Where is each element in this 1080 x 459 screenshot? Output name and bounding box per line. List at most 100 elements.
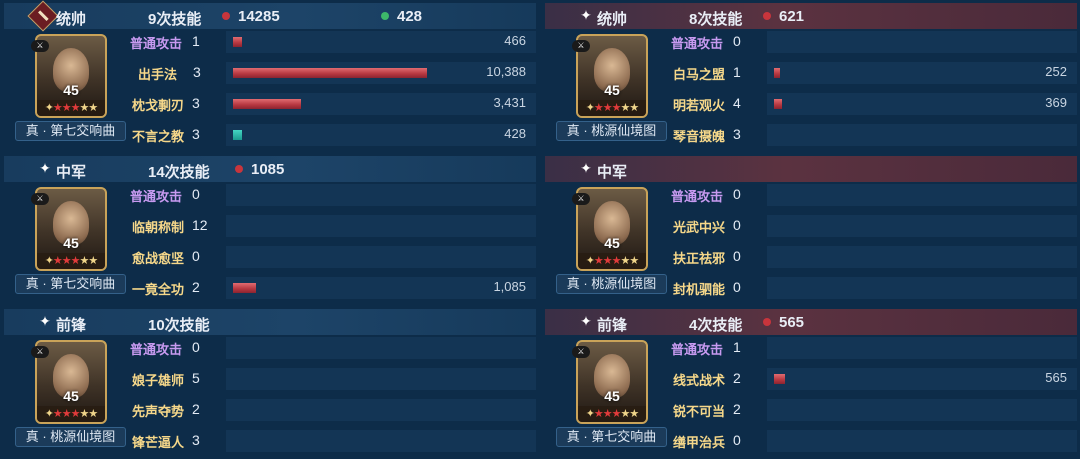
skill-row: 临朝称制 12 <box>126 214 536 238</box>
skill-name[interactable]: 扶正祛邪 <box>673 248 725 267</box>
skill-name[interactable]: 临朝称制 <box>132 217 184 236</box>
treasure-label[interactable]: 真 · 桃源仙境图 <box>556 121 667 141</box>
troop-type-icon: ⚔ <box>31 40 49 52</box>
pip-icon: ✦ <box>44 102 54 114</box>
skill-name[interactable]: 锋芒逼人 <box>132 432 184 451</box>
star-icon: ★ <box>593 102 604 114</box>
damage-bar <box>774 99 782 109</box>
skill-row: 普通攻击 0 <box>667 183 1077 207</box>
skill-row: 一竟全功 2 1,085 <box>126 276 536 300</box>
treasure-label[interactable]: 真 · 第七交响曲 <box>556 427 667 447</box>
damage-total: 1085 <box>251 161 285 178</box>
role-label: 中军 <box>56 164 87 181</box>
star-icon: ★ <box>593 408 604 420</box>
skill-name[interactable]: 明若观火 <box>673 95 725 114</box>
damage-total: 14285 <box>238 8 280 25</box>
skill-trigger-count: 0 <box>192 248 200 264</box>
row-background <box>767 430 1077 452</box>
row-background <box>767 368 1077 390</box>
damage-total: 621 <box>779 8 805 25</box>
skill-trigger-count: 0 <box>192 339 200 355</box>
skill-trigger-count: 1 <box>733 339 741 355</box>
skill-trigger-count: 0 <box>733 217 741 233</box>
damage-dot-icon <box>235 165 243 173</box>
skill-name[interactable]: 枕戈剚刃 <box>132 95 184 114</box>
troop-type-icon: ⚔ <box>572 346 590 358</box>
row-background <box>226 31 536 53</box>
role-label: 统帅 <box>56 11 87 28</box>
damage-bar <box>233 99 301 109</box>
skill-damage-value: 252 <box>1045 64 1067 79</box>
skill-trigger-count: 12 <box>192 217 208 233</box>
row-background <box>767 215 1077 237</box>
skill-trigger-count: 2 <box>192 401 200 417</box>
sparkle-icon: ✦ <box>580 7 592 23</box>
row-background <box>767 246 1077 268</box>
skill-name[interactable]: 白马之盟 <box>673 64 725 83</box>
sparkle-icon: ✦ <box>580 160 592 176</box>
treasure-label[interactable]: 真 · 第七交响曲 <box>15 121 126 141</box>
skill-name[interactable]: 愈战愈坚 <box>132 248 184 267</box>
row-background <box>767 62 1077 84</box>
skill-trigger-count: 3 <box>192 126 200 142</box>
star-rating: ✦★★★★★ <box>578 253 646 269</box>
heal-total: 428 <box>397 8 423 25</box>
team-header: ✦ 统帅 8次技能 621 <box>545 3 1077 29</box>
basic-attack-name[interactable]: 普通攻击 <box>130 339 182 358</box>
treasure-label[interactable]: 真 · 第七交响曲 <box>15 274 126 294</box>
skill-row: 白马之盟 1 252 <box>667 61 1077 85</box>
damage-dot-icon <box>763 12 771 20</box>
star-icon: ★ <box>61 408 72 420</box>
skill-trigger-count: 0 <box>192 186 200 202</box>
team-panel-统帅: 统帅 9次技能 14285 428 45 ✦★★★★★ ⚔ 真 · 第七交响曲 普通攻击 1 466… <box>4 0 536 151</box>
treasure-label[interactable]: 真 · 桃源仙境图 <box>556 274 667 294</box>
basic-attack-name[interactable]: 普通攻击 <box>671 186 723 205</box>
skill-name[interactable]: 线式战术 <box>673 370 725 389</box>
skill-name[interactable]: 出手法 <box>138 64 177 83</box>
skill-name[interactable]: 锐不可当 <box>673 401 725 420</box>
star-icon: ★ <box>52 102 63 114</box>
damage-bar <box>233 283 256 293</box>
skill-name[interactable]: 先声夺势 <box>132 401 184 420</box>
skill-name[interactable]: 缮甲治兵 <box>673 432 725 451</box>
skill-name[interactable]: 娘子雄师 <box>132 370 184 389</box>
skill-row: 娘子雄师 5 <box>126 367 536 391</box>
star-icon: ★ <box>52 255 63 267</box>
basic-attack-name[interactable]: 普通攻击 <box>671 339 723 358</box>
skill-trigger-count: 5 <box>192 370 200 386</box>
star-icon: ★ <box>88 255 98 267</box>
skill-name[interactable]: 一竟全功 <box>132 279 184 298</box>
row-background <box>226 124 536 146</box>
damage-bar <box>233 37 242 47</box>
row-background <box>767 184 1077 206</box>
star-icon: ★ <box>629 408 639 420</box>
skill-row: 封机驷能 0 <box>667 276 1077 300</box>
skill-row: 先声夺势 2 <box>126 398 536 422</box>
row-background <box>226 430 536 452</box>
basic-attack-name[interactable]: 普通攻击 <box>130 186 182 205</box>
star-icon: ★ <box>611 408 622 420</box>
skill-name[interactable]: 封机驷能 <box>673 279 725 298</box>
treasure-label[interactable]: 真 · 桃源仙境图 <box>15 427 126 447</box>
star-icon: ★ <box>88 408 98 420</box>
damage-bar <box>233 130 242 140</box>
star-icon: ★ <box>88 102 98 114</box>
star-icon: ★ <box>593 255 604 267</box>
basic-attack-name[interactable]: 普通攻击 <box>671 33 723 52</box>
basic-attack-name[interactable]: 普通攻击 <box>130 33 182 52</box>
general-level: 45 <box>63 235 79 251</box>
skill-row: 枕戈剚刃 3 3,431 <box>126 92 536 116</box>
skill-name[interactable]: 琴音摄魄 <box>673 126 725 145</box>
skill-trigger-count: 3 <box>733 126 741 142</box>
role-label: 中军 <box>597 164 628 181</box>
skill-name[interactable]: 光武中兴 <box>673 217 725 236</box>
skill-damage-value: 1,085 <box>493 279 526 294</box>
skill-trigger-count: 0 <box>733 186 741 202</box>
star-icon: ★ <box>70 408 81 420</box>
star-icon: ★ <box>70 255 81 267</box>
skill-name[interactable]: 不言之教 <box>132 126 184 145</box>
skill-row: 出手法 3 10,388 <box>126 61 536 85</box>
skill-row: 缮甲治兵 0 <box>667 429 1077 453</box>
skill-count: 4次技能 <box>689 317 743 334</box>
sparkle-icon: ✦ <box>580 313 592 329</box>
